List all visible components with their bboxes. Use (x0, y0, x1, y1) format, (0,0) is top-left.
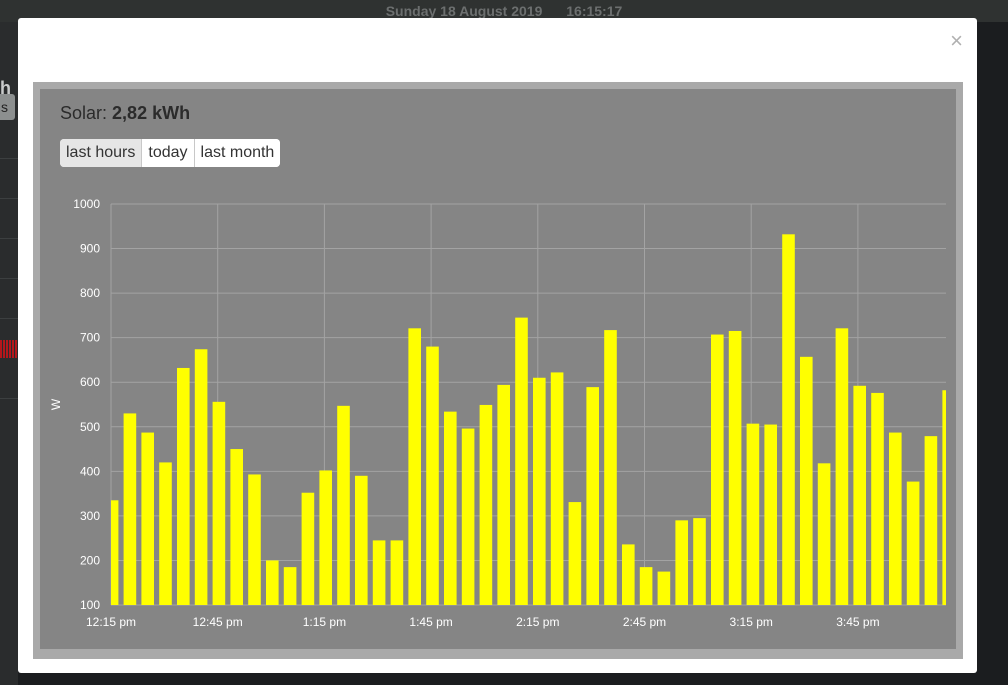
y-tick-label: 200 (80, 553, 100, 567)
bar (711, 334, 724, 605)
background-divider (0, 238, 18, 239)
bar (604, 330, 617, 605)
bar (497, 384, 510, 605)
date-display: Sunday 18 August 2019 (385, 3, 543, 19)
x-tick-label: 2:45 pm (623, 615, 666, 629)
x-tick-label: 2:15 pm (516, 615, 559, 629)
bar (764, 424, 777, 605)
bar (479, 404, 493, 605)
bar (248, 474, 261, 605)
bar (111, 500, 119, 605)
bar (444, 411, 457, 605)
x-tick-label: 1:15 pm (303, 615, 346, 629)
x-tick-label: 1:45 pm (409, 615, 452, 629)
y-tick-label: 600 (80, 375, 100, 389)
bar (337, 405, 350, 605)
bar (355, 475, 368, 605)
bar (177, 367, 190, 605)
bar (675, 520, 688, 605)
bar (550, 372, 564, 605)
bar (889, 432, 902, 605)
chart-panel: Solar: 2,82 kWh last hours today last mo… (40, 89, 956, 649)
bar (141, 432, 154, 605)
bar (319, 470, 332, 605)
bar (657, 571, 671, 605)
bar (301, 492, 315, 605)
bar (426, 346, 439, 605)
bar (568, 502, 582, 605)
bar (782, 234, 795, 605)
bar (871, 392, 884, 605)
bar (942, 390, 946, 605)
bar (194, 349, 208, 605)
bar (390, 540, 404, 605)
bar (515, 317, 528, 605)
time-display: 16:15:17 (566, 3, 623, 19)
bar (372, 540, 386, 605)
bar (639, 567, 653, 605)
background-divider (0, 198, 18, 199)
x-tick-label: 12:15 pm (86, 615, 136, 629)
bar (835, 328, 849, 605)
background-divider (0, 158, 18, 159)
bar (586, 387, 599, 605)
chart-panel-frame: Solar: 2,82 kWh last hours today last mo… (33, 82, 963, 659)
background-divider (0, 398, 18, 399)
y-tick-label: 1000 (73, 197, 100, 211)
bar (853, 385, 866, 605)
background-divider (0, 318, 18, 319)
bar (817, 463, 831, 605)
y-tick-label: 100 (80, 598, 100, 612)
bar (283, 567, 297, 605)
bar (728, 330, 742, 605)
solar-power-chart: 100 200 300 400 500 600 700 800 900 1000 12:15 pm 1… (49, 197, 946, 629)
y-tick-label: 900 (80, 242, 100, 256)
background-red-graph-fragment (0, 340, 18, 358)
background-divider (0, 278, 18, 279)
bar (622, 544, 635, 605)
bar (266, 560, 279, 605)
y-axis-label: W (49, 398, 63, 410)
x-tick-label: 3:45 pm (836, 615, 879, 629)
background-button-fragment[interactable]: s (0, 94, 15, 120)
y-tick-label: 800 (80, 286, 100, 300)
bar (746, 423, 760, 605)
bar (408, 328, 421, 605)
y-tick-label: 700 (80, 331, 100, 345)
bar (693, 518, 706, 605)
x-tick-label: 12:45 pm (193, 615, 243, 629)
bar (533, 377, 546, 605)
bar (230, 449, 243, 605)
close-icon[interactable]: × (950, 30, 963, 52)
dashboard-background-left: h s (0, 22, 18, 685)
bar (800, 356, 813, 605)
bar (906, 481, 920, 605)
solar-modal: × Solar: 2,82 kWh last hours today last … (18, 18, 977, 673)
bar (212, 401, 226, 605)
y-tick-label: 500 (80, 420, 100, 434)
bar (159, 462, 172, 605)
y-tick-label: 400 (80, 464, 100, 478)
y-tick-label: 300 (80, 509, 100, 523)
x-tick-label: 3:15 pm (730, 615, 773, 629)
bar (924, 436, 938, 605)
bar (123, 413, 137, 605)
bar (461, 428, 475, 605)
